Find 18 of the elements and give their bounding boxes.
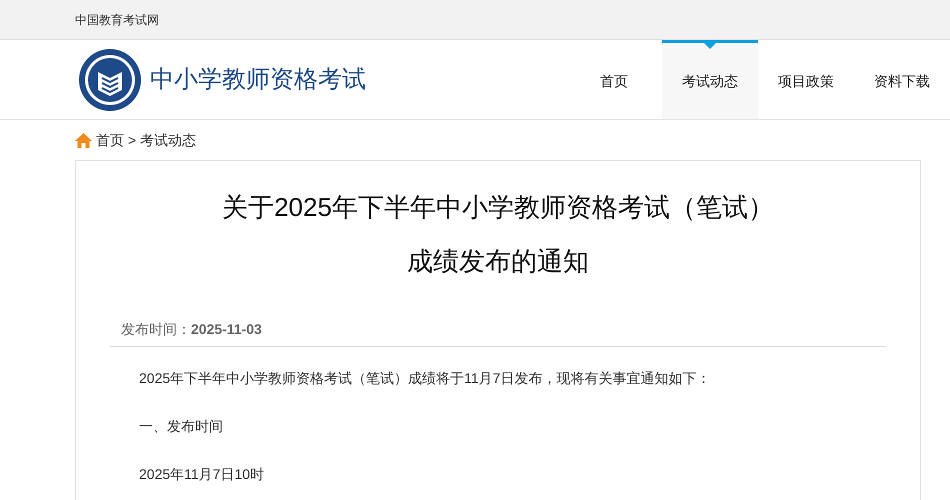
site-link[interactable]: 中国教育考试网 [75,10,159,28]
breadcrumb-separator: > [128,130,136,150]
nav-tab[interactable]: 资料下载 [854,40,950,119]
article-title: 成绩发布的通知 [407,245,589,277]
nav-tab[interactable]: 首页 [566,40,662,119]
breadcrumb-link[interactable]: 首页 [96,130,124,150]
nav-tab[interactable]: 项目政策 [758,40,854,119]
article-paragraph: 2025年下半年中小学教师资格考试（笔试）成绩将于11月7日发布，现将有关事宜通知如下： [139,369,712,388]
nav-tab[interactable]: 考试动态 [662,40,758,119]
home-icon [75,132,92,148]
publish-date: 2025-11-03 [191,320,262,339]
article-paragraph: 2025年11月7日10时 [139,465,266,484]
article-title: 关于2025年下半年中小学教师资格考试（笔试） [222,191,774,223]
logo-icon [78,48,142,112]
article-paragraph: 一、发布时间 [139,417,224,436]
date-label: 发布时间： [121,320,191,339]
site-name: 中小学教师资格考试 [150,64,366,94]
breadcrumb-link[interactable]: 考试动态 [140,130,196,150]
